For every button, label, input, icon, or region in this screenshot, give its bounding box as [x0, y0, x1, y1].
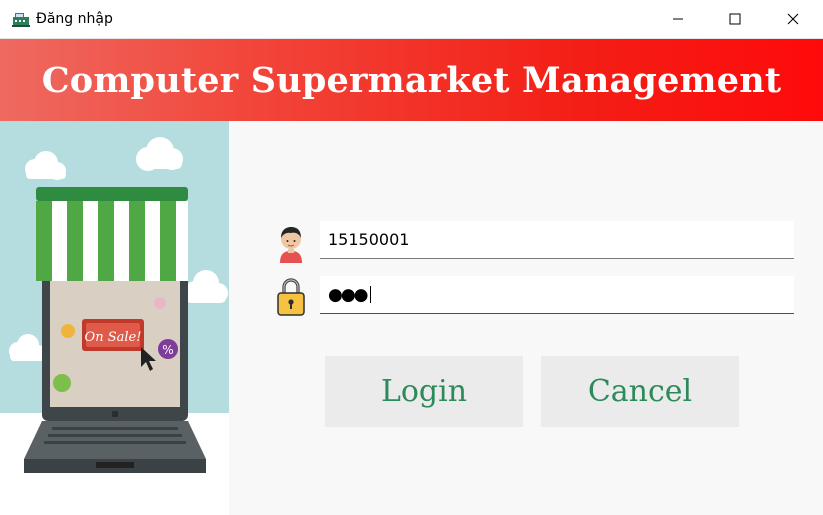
login-button[interactable]: Login [325, 356, 523, 427]
password-masked-value: ●●● [328, 284, 368, 305]
cancel-button[interactable]: Cancel [541, 356, 739, 427]
app-title: Computer Supermarket Management [41, 59, 782, 101]
window-title-bar: Đăng nhập [0, 0, 823, 39]
window-title: Đăng nhập [36, 11, 113, 27]
online-shop-laptop-illustration: On Sale! % [0, 121, 229, 515]
username-field[interactable] [320, 221, 794, 259]
header-banner: Computer Supermarket Management [0, 39, 823, 121]
user-icon [280, 227, 302, 263]
password-field[interactable]: ●●● [320, 276, 794, 314]
minimize-button[interactable] [653, 0, 703, 38]
close-icon [787, 13, 799, 25]
maximize-button[interactable] [710, 0, 760, 38]
text-caret [369, 286, 371, 303]
maximize-icon [729, 13, 741, 25]
sale-sign-text: On Sale! [85, 330, 142, 345]
login-panel: On Sale! % 15150001 ●●● Login Cancel [0, 121, 823, 515]
cash-register-icon [12, 13, 30, 27]
minimize-icon [673, 18, 683, 20]
lock-icon [277, 278, 305, 316]
percent-badge-text: % [162, 343, 173, 357]
close-button[interactable] [768, 0, 818, 38]
